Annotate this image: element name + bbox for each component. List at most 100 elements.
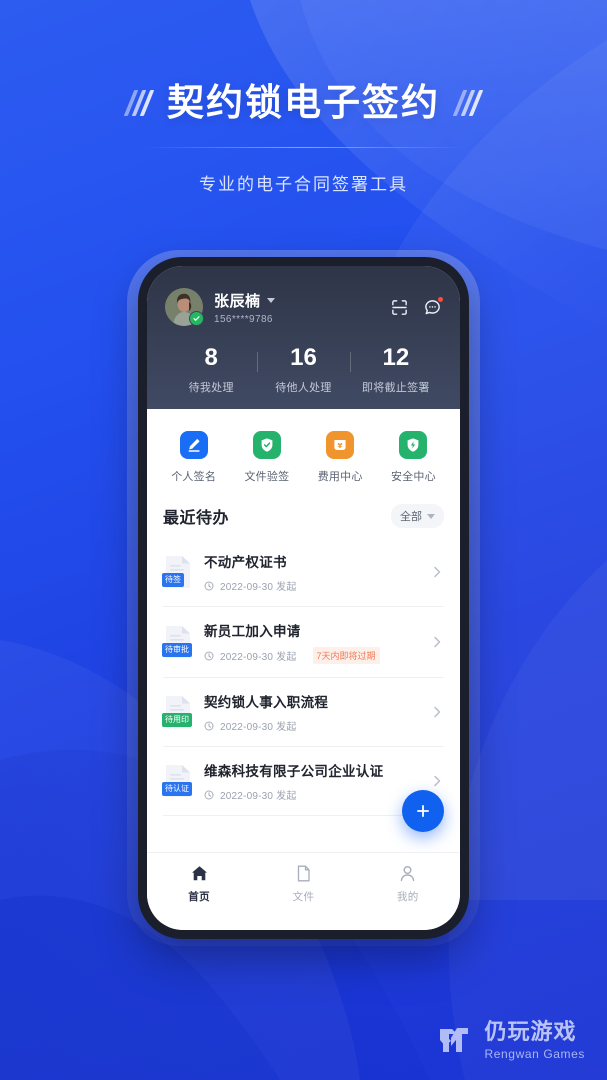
watermark: 仍玩游戏 Rengwan Games xyxy=(435,1020,585,1060)
quick-action-security-center[interactable]: 安全中心 xyxy=(377,431,450,484)
check-badge-icon xyxy=(189,311,204,326)
scan-icon[interactable] xyxy=(390,298,409,317)
chat-bubble-icon[interactable] xyxy=(423,296,443,317)
list-item-date: 2022-09-30 发起 xyxy=(220,652,297,663)
stat-value: 12 xyxy=(382,344,410,371)
status-badge: 待审批 xyxy=(162,643,192,657)
watermark-cn: 仍玩游戏 xyxy=(484,1018,577,1044)
list-item-date: 2022-09-30 发起 xyxy=(220,791,297,802)
stat-label: 即将截止签署 xyxy=(361,382,430,394)
tab-files[interactable]: 文件 xyxy=(251,864,355,904)
pen-sign-icon xyxy=(179,431,208,459)
document-icon: 待认证 xyxy=(162,764,193,798)
yuan-wallet-icon: ¥ xyxy=(326,431,355,459)
chevron-right-icon xyxy=(430,705,444,719)
home-icon xyxy=(191,866,207,881)
tab-home[interactable]: 首页 xyxy=(147,864,251,904)
todo-list: 待签 不动产权证书 2022-09-30 发起 待审批 新员工加入申请 2022… xyxy=(147,538,460,816)
quick-actions-row: 个人签名 文件验签 ¥ 费用中心 安全中心 xyxy=(147,409,460,502)
list-item-sub: 2022-09-30 发起 7天内即将过期 xyxy=(204,647,422,664)
hero-title-row: 契约锁电子签约 xyxy=(0,84,607,121)
rengwan-logo-icon xyxy=(435,1020,475,1060)
stat-value: 8 xyxy=(204,344,218,371)
page-title: 契约锁电子签约 xyxy=(167,82,440,123)
slash-decoration-right xyxy=(452,89,484,116)
quick-action-personal-signature[interactable]: 个人签名 xyxy=(157,431,230,484)
phone-mockup: 张辰楠 156****9786 8 待我处理 16 待他人处理 12 即将截止签… xyxy=(138,257,469,939)
list-item-date: 2022-09-30 发起 xyxy=(220,722,297,733)
list-item-main: 新员工加入申请 2022-09-30 发起 7天内即将过期 xyxy=(204,620,422,664)
document-icon: 待签 xyxy=(162,555,193,589)
watermark-en: Rengwan Games xyxy=(484,1046,585,1061)
status-badge: 待签 xyxy=(162,573,184,587)
file-icon xyxy=(297,865,310,882)
filter-label: 全部 xyxy=(400,511,422,523)
stat-value: 16 xyxy=(290,344,317,371)
chevron-right-icon xyxy=(430,565,444,579)
shield-check-icon xyxy=(252,431,281,459)
document-icon: 待用印 xyxy=(162,695,193,729)
chevron-right-icon xyxy=(430,635,444,649)
user-phone: 156****9786 xyxy=(214,313,273,325)
list-item-sub: 2022-09-30 发起 xyxy=(204,718,422,733)
slash-decoration-left xyxy=(123,89,155,116)
section-header: 最近待办 全部 xyxy=(147,502,460,538)
app-header-top-row: 张辰楠 156****9786 xyxy=(165,288,443,326)
chevron-down-icon xyxy=(266,297,275,303)
expiry-warning-badge: 7天内即将过期 xyxy=(312,647,380,664)
user-name: 张辰楠 xyxy=(214,292,261,310)
svg-text:¥: ¥ xyxy=(338,441,344,450)
list-item-main: 维森科技有限子公司企业认证 2022-09-30 发起 xyxy=(204,760,422,802)
header-actions xyxy=(390,296,443,317)
person-icon xyxy=(401,866,415,882)
shield-bolt-icon xyxy=(399,431,428,459)
user-name-row[interactable]: 张辰楠 xyxy=(214,290,275,311)
create-button[interactable] xyxy=(402,790,444,832)
unread-dot xyxy=(438,296,443,302)
list-item[interactable]: 待用印 契约锁人事入职流程 2022-09-30 发起 xyxy=(162,678,444,747)
hero-subtitle: 专业的电子合同签署工具 xyxy=(199,175,408,194)
quick-action-label: 费用中心 xyxy=(317,471,363,483)
tab-profile[interactable]: 我的 xyxy=(356,864,460,904)
clock-icon xyxy=(204,721,214,731)
list-item-main: 不动产权证书 2022-09-30 发起 xyxy=(204,551,422,593)
filter-dropdown[interactable]: 全部 xyxy=(391,504,444,528)
list-item-title: 契约锁人事入职流程 xyxy=(204,695,329,710)
avatar[interactable] xyxy=(165,288,204,326)
tab-label: 首页 xyxy=(188,891,211,903)
list-item[interactable]: 待签 不动产权证书 2022-09-30 发起 xyxy=(162,538,444,607)
phone-screen: 张辰楠 156****9786 8 待我处理 16 待他人处理 12 即将截止签… xyxy=(147,266,460,930)
user-meta: 张辰楠 156****9786 xyxy=(214,290,275,325)
stat-label: 待他人处理 xyxy=(275,382,332,394)
tab-label: 我的 xyxy=(396,891,419,903)
list-item-date: 2022-09-30 发起 xyxy=(220,582,297,593)
app-content: 个人签名 文件验签 ¥ 费用中心 安全中心 最近待办 全部 待签 不动产权证书 … xyxy=(147,409,460,852)
document-icon: 待审批 xyxy=(162,625,193,659)
quick-action-label: 安全中心 xyxy=(390,471,436,483)
app-header: 张辰楠 156****9786 8 待我处理 16 待他人处理 12 即将截止签… xyxy=(147,266,460,409)
stats-row: 8 待我处理 16 待他人处理 12 即将截止签署 xyxy=(165,346,442,395)
list-item-title: 新员工加入申请 xyxy=(204,624,301,639)
quick-action-billing-center[interactable]: ¥ 费用中心 xyxy=(304,431,377,484)
list-item-sub: 2022-09-30 发起 xyxy=(204,787,422,802)
list-item-main: 契约锁人事入职流程 2022-09-30 发起 xyxy=(204,691,422,733)
stat-item[interactable]: 12 即将截止签署 xyxy=(349,344,442,395)
quick-action-label: 文件验签 xyxy=(244,471,290,483)
stat-item[interactable]: 16 待他人处理 xyxy=(257,346,349,395)
clock-icon xyxy=(204,581,214,591)
chevron-right-icon xyxy=(430,774,444,788)
hero-banner: 契约锁电子签约 专业的电子合同签署工具 xyxy=(0,0,607,195)
bottom-tab-bar: 首页 文件 我的 xyxy=(147,852,460,930)
stat-item[interactable]: 8 待我处理 xyxy=(165,346,257,395)
clock-icon xyxy=(204,651,214,661)
status-badge: 待用印 xyxy=(162,713,192,727)
list-item-title: 不动产权证书 xyxy=(204,555,287,570)
quick-action-label: 个人签名 xyxy=(171,471,217,483)
list-item[interactable]: 待审批 新员工加入申请 2022-09-30 发起 7天内即将过期 xyxy=(162,607,444,678)
stat-label: 待我处理 xyxy=(188,382,234,394)
status-badge: 待认证 xyxy=(162,782,192,796)
watermark-text: 仍玩游戏 Rengwan Games xyxy=(484,1018,585,1061)
tab-label: 文件 xyxy=(292,891,315,903)
quick-action-file-verify[interactable]: 文件验签 xyxy=(230,431,303,484)
clock-icon xyxy=(204,790,214,800)
